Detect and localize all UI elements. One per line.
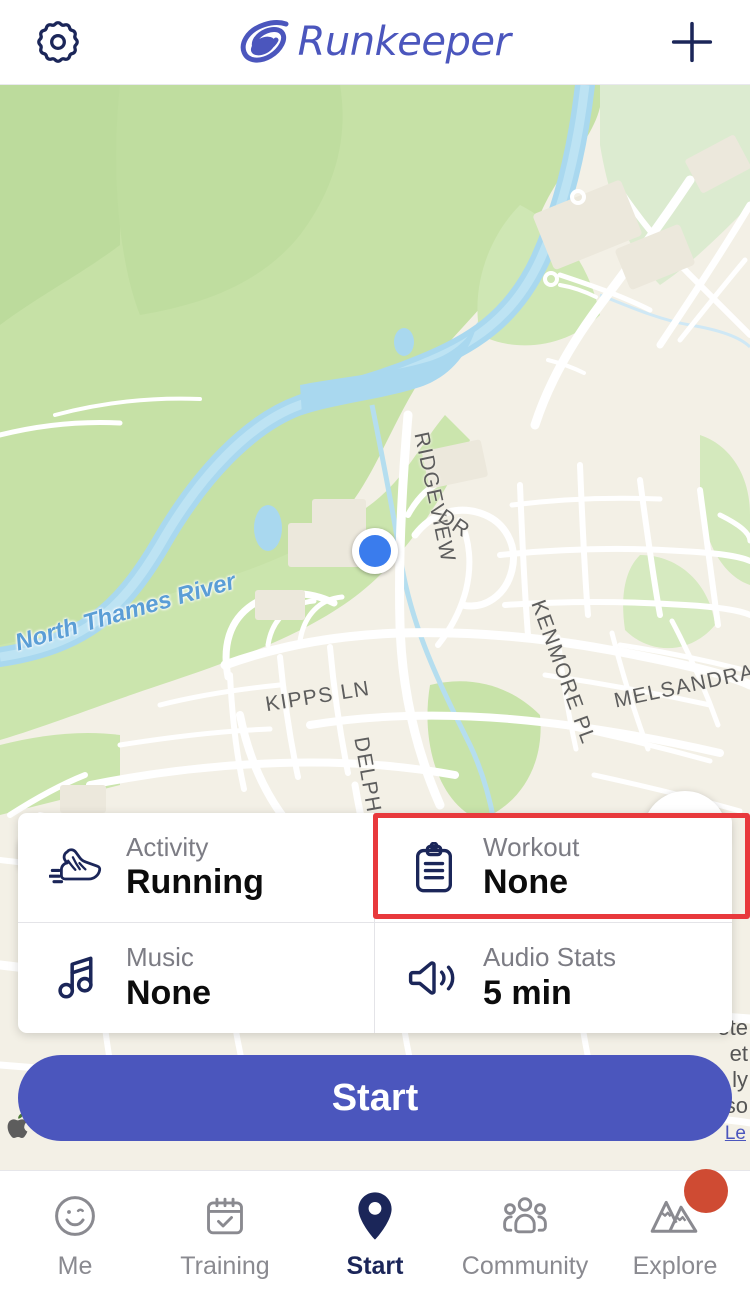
- add-activity-button[interactable]: [660, 12, 724, 72]
- current-location-dot: [352, 528, 398, 574]
- music-note-icon: [48, 952, 106, 1004]
- app-logo: Runkeeper: [240, 19, 511, 65]
- tab-explore-label: Explore: [632, 1252, 718, 1280]
- music-value: None: [126, 973, 211, 1012]
- people-group-icon: [500, 1190, 550, 1242]
- workout-value: None: [483, 863, 568, 902]
- smiley-face-icon: [51, 1190, 99, 1242]
- music-label: Music: [126, 942, 194, 973]
- calendar-check-icon: [202, 1190, 248, 1242]
- app-header: Runkeeper: [0, 0, 750, 85]
- audio-stats-option[interactable]: Audio Stats 5 min: [375, 923, 732, 1033]
- app-title: Runkeeper: [297, 19, 511, 65]
- start-button[interactable]: Start: [18, 1055, 732, 1141]
- tab-start-label: Start: [346, 1252, 404, 1280]
- tab-explore[interactable]: Explore: [600, 1169, 750, 1294]
- gear-icon: [37, 21, 79, 63]
- activity-option[interactable]: Activity Running: [18, 813, 375, 923]
- running-shoe-icon: [48, 845, 106, 891]
- tab-start[interactable]: Start: [300, 1171, 450, 1294]
- leaflet-attribution[interactable]: Le: [725, 1123, 746, 1145]
- workout-option[interactable]: Workout None: [375, 813, 732, 923]
- asics-spiral-logo: [240, 20, 289, 63]
- location-dot-core: [359, 535, 391, 567]
- tab-me[interactable]: Me: [0, 1171, 150, 1294]
- bottom-navigation: Me Training Start Community Explore: [0, 1169, 750, 1294]
- speaker-volume-icon: [405, 955, 463, 1001]
- settings-button[interactable]: [26, 12, 90, 72]
- tab-training-label: Training: [180, 1252, 270, 1280]
- clipboard-workout-icon: [405, 841, 463, 894]
- tab-community-label: Community: [461, 1252, 589, 1280]
- tab-training[interactable]: Training: [150, 1171, 300, 1294]
- workout-options-card: Activity Running Workout None Music None…: [18, 813, 732, 1033]
- activity-value: Running: [126, 863, 264, 902]
- plus-icon: [671, 21, 713, 63]
- runkeeper-start-screen: Runkeeper North Thames River KIPPS LN RI…: [0, 0, 750, 1294]
- map-pin-icon: [353, 1190, 397, 1242]
- audio-stats-label: Audio Stats: [483, 942, 616, 973]
- music-option[interactable]: Music None: [18, 923, 375, 1033]
- explore-notification-badge: [684, 1169, 728, 1213]
- workout-label: Workout: [483, 831, 580, 862]
- tab-me-label: Me: [57, 1252, 93, 1280]
- tab-community[interactable]: Community: [450, 1171, 600, 1294]
- audio-stats-value: 5 min: [483, 973, 572, 1012]
- activity-label: Activity: [126, 831, 209, 862]
